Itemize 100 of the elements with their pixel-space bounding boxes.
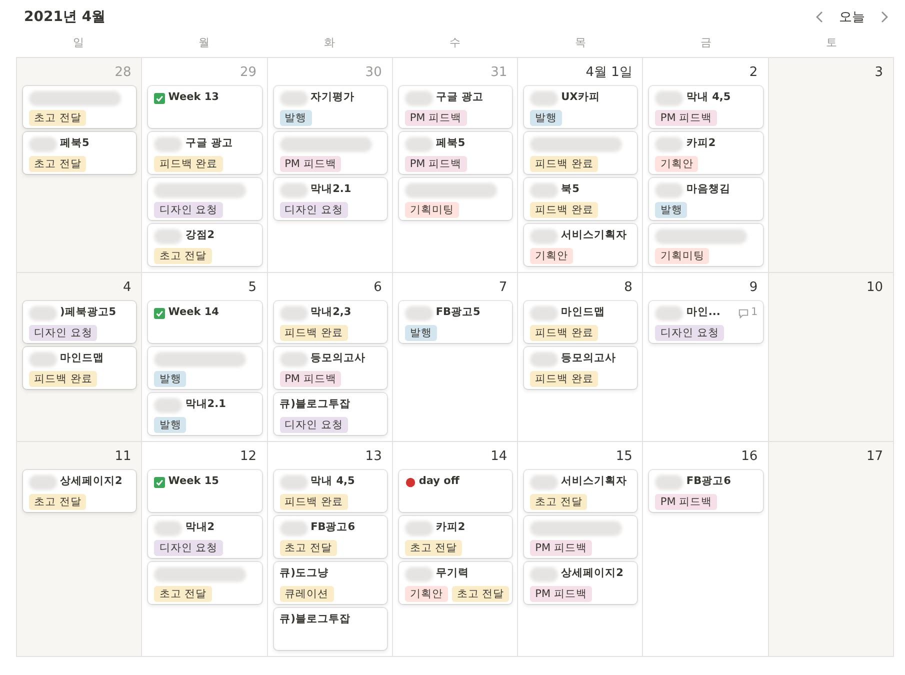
event-card[interactable]: Week 14 [148,301,262,343]
event-card[interactable]: 상세페이지2 초고 전달 [23,470,136,512]
status-tag: 디자인 요청 [280,417,348,433]
day-number: 14 [490,448,508,466]
event-card[interactable]: 마음챙김 발행 [649,178,763,220]
event-title: FB광고6 [686,474,731,490]
event-card[interactable]: 디자인 요청 [148,178,262,220]
event-card[interactable]: 서비스기획자 기획안 [524,224,638,266]
day-number: 4월 1일 [584,64,634,82]
event-card[interactable]: 막내2.1 디자인 요청 [274,178,387,220]
event-card[interactable]: Week 13 [148,86,262,128]
event-title: 카피2 [686,136,716,152]
status-tag: 피드백 완료 [29,371,98,387]
status-tag: 기획안 [530,248,574,264]
event-card[interactable]: 무기력 기획안 초고 전달 [398,562,512,604]
status-tag: 디자인 요청 [655,325,724,341]
event-title: 큐)블로그투잡 [280,397,350,412]
event-card[interactable]: 막내2 디자인 요청 [148,516,262,558]
event-card[interactable]: 자기평가 발행 [274,86,387,128]
checkbox-check-icon [154,92,166,104]
event-card[interactable]: 큐)도그냥 큐레이션 [274,562,387,604]
event-title: 등모의고사 [561,351,616,366]
event-title: 막내2.1 [185,397,226,412]
day-number: 17 [865,448,884,466]
day-number: 16 [740,448,759,466]
event-card[interactable]: 막내2.1 발행 [148,393,262,435]
weekday-label: 월 [198,35,210,52]
event-card[interactable]: 기획미팅 [649,224,763,266]
event-card[interactable]: 페북5 PM 피드백 [398,132,512,174]
day-number: 7 [498,279,508,297]
status-tag: 피드백 완료 [530,371,598,387]
event-card[interactable]: Week 15 [148,470,262,512]
status-tag: 초고 전달 [280,540,337,556]
event-card[interactable]: )페북광고5 디자인 요청 [23,301,136,343]
day-number: 8 [623,279,634,297]
event-card[interactable]: 초고 전달 [148,562,262,604]
event-card[interactable]: UX카피 발행 [524,86,638,128]
event-title: 강점2 [185,228,215,244]
event-title: 마인... [686,305,720,320]
event-card[interactable]: 카피2 기획안 [649,132,763,174]
event-title: Week 13 [168,90,219,106]
today-button[interactable]: 오늘 [835,10,869,24]
status-tag: 초고 전달 [29,494,86,510]
event-card[interactable]: FB광고6 초고 전달 [274,516,387,558]
event-card[interactable]: day off [398,470,512,512]
event-card[interactable]: 막내2,3 피드백 완료 [274,301,387,343]
event-card[interactable]: 상세페이지2 PM 피드백 [524,562,638,604]
event-title: 서비스기획자 [561,474,628,490]
event-title: 마인드맵 [60,351,104,366]
event-card[interactable]: PM 피드백 [524,516,638,558]
event-title: 구글 광고 [185,136,233,152]
event-card[interactable]: 등모의고사 피드백 완료 [524,347,638,389]
event-card[interactable]: PM 피드백 [274,132,387,174]
day-number: 6 [372,279,383,297]
event-title: 카피2 [436,520,466,536]
event-card[interactable]: 기획미팅 [398,178,512,220]
event-card[interactable]: 페북5 초고 전달 [23,132,136,174]
event-card[interactable]: 큐)블로그투잡 [274,608,387,650]
status-tag: 기획미팅 [655,248,710,264]
event-card[interactable]: 막내 4,5 PM 피드백 [649,86,763,128]
event-card[interactable]: 구글 광고 PM 피드백 [398,86,512,128]
event-card[interactable]: 서비스기획자 초고 전달 [524,470,638,512]
event-title: 막내 4,5 [686,90,731,106]
event-card[interactable]: 카피2 초고 전달 [398,516,512,558]
event-title: Week 15 [168,474,219,490]
event-card[interactable]: 막내 4,5 피드백 완료 [274,470,387,512]
event-title: 페북5 [60,136,90,152]
event-card[interactable]: 북5 피드백 완료 [524,178,638,220]
status-tag: 피드백 완료 [154,156,223,172]
status-tag: 발행 [655,202,688,218]
event-title: 서비스기획자 [561,228,628,244]
status-tag: 초고 전달 [154,586,212,602]
event-card[interactable]: 마인드맵 피드백 완료 [524,301,638,343]
event-title: UX카피 [561,90,600,106]
event-card[interactable]: 발행 [148,347,262,389]
event-title: 막내2 [185,520,215,536]
event-card[interactable]: 강점2 초고 전달 [148,224,262,266]
event-card[interactable]: 피드백 완료 [524,132,638,174]
event-card[interactable]: FB광고5 발행 [398,301,512,343]
day-number: 4 [122,279,132,297]
event-title: Week 14 [168,305,219,320]
event-title: 구글 광고 [436,90,484,106]
event-title: 무기력 [436,566,469,582]
event-card[interactable]: FB광고6 PM 피드백 [649,470,763,512]
event-title: 페북5 [436,136,466,152]
status-tag: 디자인 요청 [29,325,98,341]
event-title: 상세페이지2 [60,474,122,490]
day-number: 30 [364,64,383,82]
comment-count: 1 [751,305,758,320]
status-tag: 초고 전달 [530,494,588,510]
event-title: )페북광고5 [60,305,116,320]
status-tag: 피드백 완료 [530,325,598,341]
status-tag: PM 피드백 [530,586,592,602]
event-card[interactable]: 큐)블로그투잡 디자인 요청 [274,393,387,435]
event-card[interactable]: 마인... 1 디자인 요청 [649,301,763,343]
event-card[interactable]: 구글 광고 피드백 완료 [148,132,262,174]
event-card[interactable]: 마인드맵 피드백 완료 [23,347,136,389]
event-title: 큐)도그냥 [280,566,328,582]
event-card[interactable]: 초고 전달 [23,86,136,128]
event-card[interactable]: 등모의고사 PM 피드백 [274,347,387,389]
